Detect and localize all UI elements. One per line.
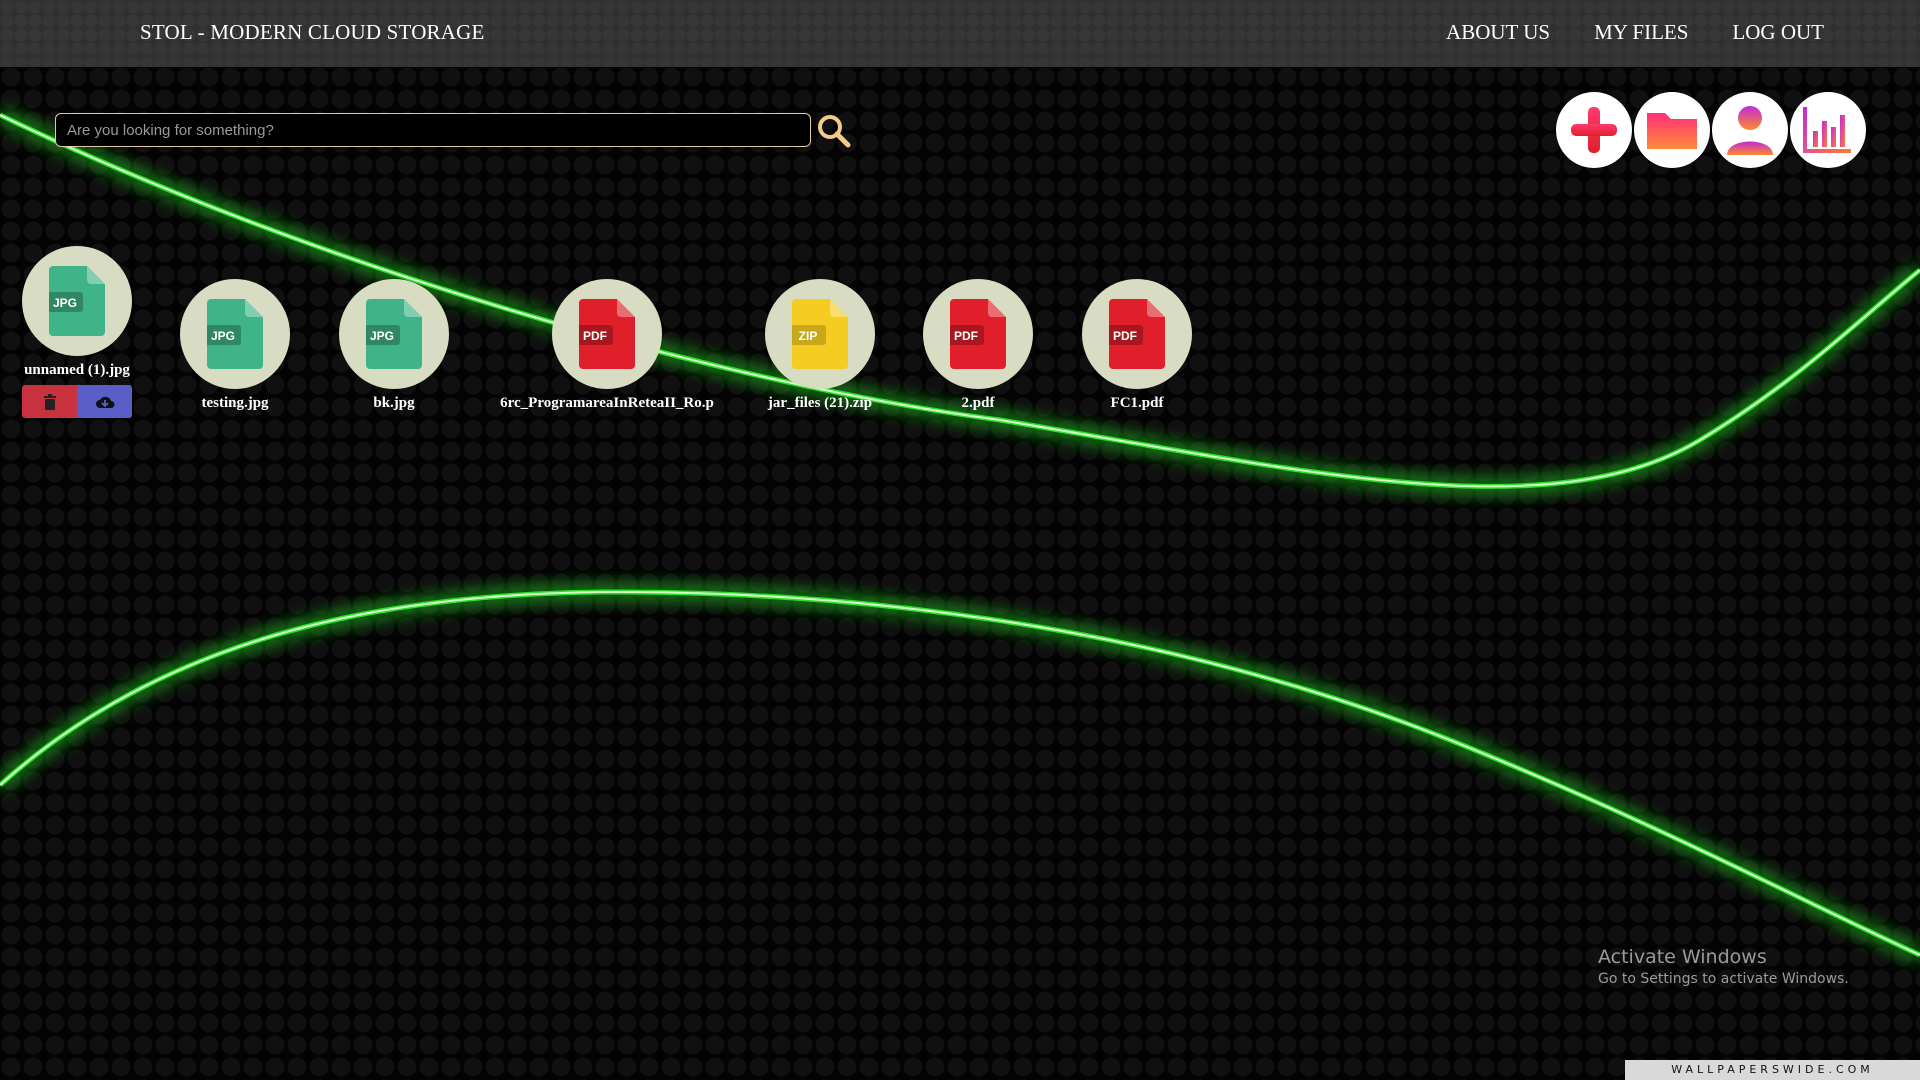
profile-button[interactable]	[1712, 92, 1788, 168]
svg-text:JPG: JPG	[370, 329, 394, 343]
folder-icon	[1647, 113, 1697, 149]
file-thumbnail[interactable]: JPG	[180, 279, 290, 389]
file-item: JPG bk.jpg	[284, 279, 504, 412]
user-icon	[1727, 106, 1773, 155]
svg-text:ZIP: ZIP	[799, 329, 818, 343]
watermark-subtitle: Go to Settings to activate Windows.	[1598, 971, 1849, 987]
file-item: PDF 6rc_ProgramareaInReteaII_Ro.p	[497, 279, 717, 412]
jpg-file-icon: JPG	[207, 299, 263, 369]
statistics-button[interactable]	[1790, 92, 1866, 168]
svg-text:JPG: JPG	[53, 296, 77, 310]
svg-text:PDF: PDF	[583, 329, 607, 343]
svg-text:PDF: PDF	[1113, 329, 1137, 343]
nav-log-out[interactable]: LOG OUT	[1732, 20, 1824, 45]
file-name: FC1.pdf	[1110, 395, 1164, 411]
file-thumbnail[interactable]: ZIP	[765, 279, 875, 389]
top-navbar: STOL - MODERN CLOUD STORAGE ABOUT US MY …	[0, 0, 1920, 67]
search-icon	[818, 115, 851, 148]
nav-links: ABOUT US MY FILES LOG OUT	[1446, 20, 1824, 45]
activate-windows-watermark: Activate Windows Go to Settings to activ…	[1598, 946, 1849, 987]
zip-file-icon: ZIP	[792, 299, 848, 369]
jpg-file-icon: JPG	[366, 299, 422, 369]
nav-my-files[interactable]: MY FILES	[1594, 20, 1688, 45]
file-thumbnail[interactable]: PDF	[552, 279, 662, 389]
file-item: PDF FC1.pdf	[1027, 279, 1247, 412]
nav-about-us[interactable]: ABOUT US	[1446, 20, 1550, 45]
trash-icon	[43, 393, 56, 410]
download-button[interactable]	[77, 385, 132, 418]
file-thumbnail[interactable]: JPG	[22, 246, 132, 356]
new-folder-button[interactable]	[1634, 92, 1710, 168]
svg-text:PDF: PDF	[954, 329, 978, 343]
pdf-file-icon: PDF	[950, 299, 1006, 369]
file-thumbnail[interactable]: JPG	[339, 279, 449, 389]
delete-button[interactable]	[22, 385, 77, 418]
wallpaper-credit: WALLPAPERSWIDE.COM	[1625, 1060, 1920, 1080]
file-thumbnail[interactable]: PDF	[923, 279, 1033, 389]
file-thumbnail[interactable]: PDF	[1082, 279, 1192, 389]
pdf-file-icon: PDF	[579, 299, 635, 369]
pdf-file-icon: PDF	[1109, 299, 1165, 369]
plus-icon	[1571, 107, 1617, 153]
svg-text:JPG: JPG	[211, 329, 235, 343]
action-buttons	[1556, 92, 1866, 168]
file-name: bk.jpg	[373, 395, 415, 411]
search-button[interactable]	[815, 112, 853, 150]
add-file-button[interactable]	[1556, 92, 1632, 168]
cloud-download-icon	[95, 396, 114, 408]
file-name: 6rc_ProgramareaInReteaII_Ro.p	[500, 395, 714, 411]
watermark-title: Activate Windows	[1598, 946, 1767, 968]
brand-title[interactable]: STOL - MODERN CLOUD STORAGE	[140, 20, 485, 45]
chart-icon	[1803, 107, 1851, 153]
jpg-file-icon: JPG	[49, 266, 105, 336]
search-input[interactable]	[55, 113, 811, 147]
